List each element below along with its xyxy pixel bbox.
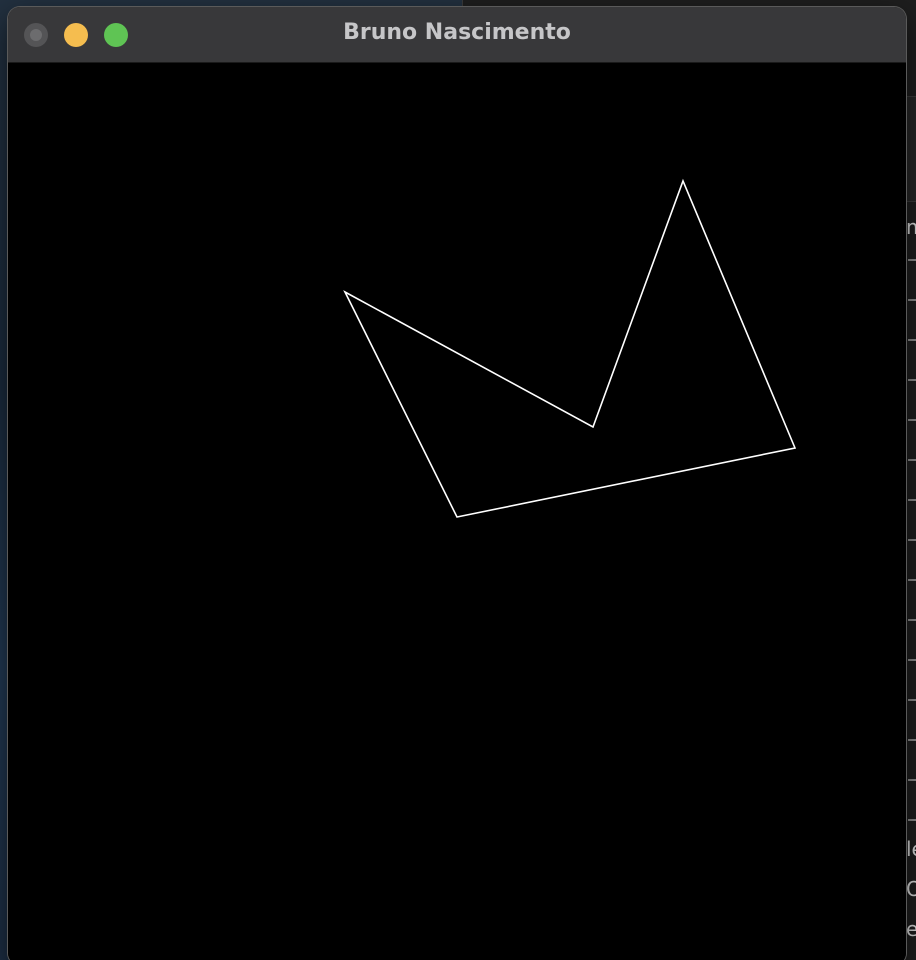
background-list-dash	[908, 259, 916, 261]
polygon-shape	[343, 178, 797, 518]
background-list-dash	[908, 299, 916, 301]
desktop: m le O e Bruno Nascimento	[0, 0, 916, 960]
background-list-dash	[908, 579, 916, 581]
canvas-svg	[343, 178, 797, 518]
background-text-fragment: le	[906, 837, 916, 861]
background-list-dash	[908, 499, 916, 501]
background-list-dash	[908, 699, 916, 701]
background-list-dash	[908, 379, 916, 381]
drawing-canvas[interactable]	[8, 63, 906, 960]
background-text-fragment: e	[906, 917, 916, 941]
background-text-fragment: m	[906, 215, 916, 239]
background-list-dash	[908, 339, 916, 341]
background-list-dash	[908, 459, 916, 461]
title-bar[interactable]: Bruno Nascimento	[8, 7, 906, 63]
background-list-dash	[908, 419, 916, 421]
background-list-dash	[908, 819, 916, 821]
background-text-fragment: O	[906, 877, 916, 901]
window-title: Bruno Nascimento	[343, 20, 571, 45]
background-list-dash	[908, 539, 916, 541]
app-window[interactable]: Bruno Nascimento	[8, 7, 906, 960]
background-list-dash	[908, 739, 916, 741]
background-list-dash	[908, 659, 916, 661]
background-list-dash	[908, 619, 916, 621]
background-list-dash	[908, 779, 916, 781]
